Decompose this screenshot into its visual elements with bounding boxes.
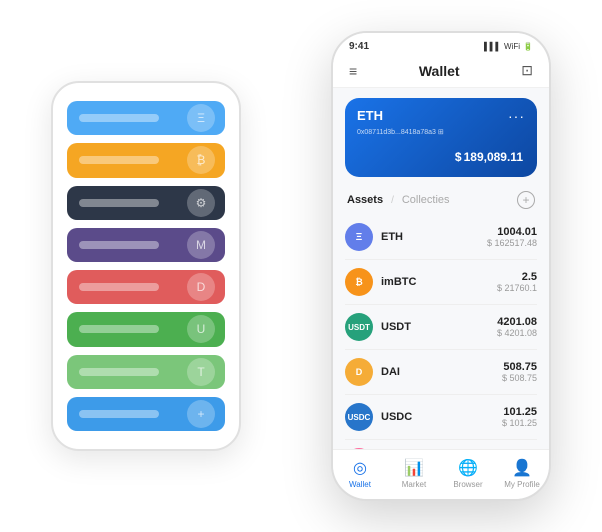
eth-card-top: ETH ··· [357, 108, 525, 124]
nav-item-profile[interactable]: 👤 My Profile [495, 458, 549, 489]
eth-card-balance-value: 189,089.11 [464, 150, 523, 164]
imbtc-token-amount: 2.5 [497, 271, 537, 283]
token-row-eth[interactable]: Ξ ETH 1004.01 $ 162517.48 [345, 215, 537, 260]
tab-collecties[interactable]: Collecties [402, 194, 450, 206]
strip-2[interactable]: ₿ [67, 143, 225, 177]
status-bar: 9:41 ▌▌▌ WiFi 🔋 [333, 33, 549, 56]
nav-item-wallet[interactable]: ◎ Wallet [333, 458, 387, 489]
eth-token-amount: 1004.01 [487, 226, 537, 238]
add-asset-button[interactable]: + [517, 191, 535, 209]
strip-label-5 [79, 283, 159, 291]
wallet-nav-icon: ◎ [353, 458, 367, 478]
wifi-icon: WiFi [504, 42, 520, 51]
strip-icon-8: + [187, 400, 215, 428]
market-nav-label: Market [402, 480, 426, 489]
nav-item-market[interactable]: 📊 Market [387, 458, 441, 489]
usdc-token-icon: USDC [345, 403, 373, 431]
usdc-token-amounts: 101.25 $ 101.25 [502, 406, 537, 428]
token-row-usdc[interactable]: USDC USDC 101.25 $ 101.25 [345, 395, 537, 440]
market-nav-icon: 📊 [404, 458, 424, 478]
token-row-imbtc[interactable]: ₿ imBTC 2.5 $ 21760.1 [345, 260, 537, 305]
eth-token-usd: $ 162517.48 [487, 238, 537, 248]
status-time: 9:41 [349, 41, 369, 52]
strip-label-2 [79, 156, 159, 164]
usdt-token-name: USDT [381, 321, 497, 333]
tab-separator: / [391, 195, 394, 206]
signal-icon: ▌▌▌ [484, 42, 501, 51]
token-row-tft[interactable]: 🌷 TFT 13 0 [345, 440, 537, 449]
page-title: Wallet [419, 63, 460, 79]
token-row-dai[interactable]: D DAI 508.75 $ 508.75 [345, 350, 537, 395]
usdt-token-usd: $ 4201.08 [497, 328, 537, 338]
eth-token-icon: Ξ [345, 223, 373, 251]
strip-icon-7: T [187, 358, 215, 386]
usdt-token-icon: USDT [345, 313, 373, 341]
strip-label-8 [79, 410, 159, 418]
battery-icon: 🔋 [523, 42, 533, 51]
usdc-token-amount: 101.25 [502, 406, 537, 418]
strip-6[interactable]: U [67, 312, 225, 346]
strip-icon-1: Ξ [187, 104, 215, 132]
imbtc-token-icon: ₿ [345, 268, 373, 296]
strip-icon-4: M [187, 231, 215, 259]
assets-bar: Assets / Collecties + [333, 185, 549, 215]
scan-icon[interactable]: ⊡ [521, 62, 533, 79]
browser-nav-label: Browser [453, 480, 482, 489]
token-row-usdt[interactable]: USDT USDT 4201.08 $ 4201.08 [345, 305, 537, 350]
usdc-token-name: USDC [381, 411, 502, 423]
nav-item-browser[interactable]: 🌐 Browser [441, 458, 495, 489]
eth-card-address: 0x08711d3b...8418a78a3 ⊞ [357, 128, 525, 136]
imbtc-token-amounts: 2.5 $ 21760.1 [497, 271, 537, 293]
browser-nav-icon: 🌐 [458, 458, 478, 478]
strip-icon-6: U [187, 315, 215, 343]
strip-label-6 [79, 325, 159, 333]
strip-label-7 [79, 368, 159, 376]
strip-icon-5: D [187, 273, 215, 301]
strip-3[interactable]: ⚙ [67, 186, 225, 220]
strip-label-4 [79, 241, 159, 249]
phone-front: 9:41 ▌▌▌ WiFi 🔋 ≡ Wallet ⊡ ETH ··· 0x087… [331, 31, 551, 501]
phone-back: Ξ ₿ ⚙ M D U T + [51, 81, 241, 451]
bottom-nav: ◎ Wallet 📊 Market 🌐 Browser 👤 My Profile [333, 449, 549, 499]
dai-token-amounts: 508.75 $ 508.75 [502, 361, 537, 383]
menu-icon[interactable]: ≡ [349, 63, 357, 79]
strip-8[interactable]: + [67, 397, 225, 431]
strip-5[interactable]: D [67, 270, 225, 304]
phone-header: ≡ Wallet ⊡ [333, 56, 549, 88]
eth-card-currency-symbol: $ [455, 150, 462, 164]
imbtc-token-usd: $ 21760.1 [497, 283, 537, 293]
token-list: Ξ ETH 1004.01 $ 162517.48 ₿ imBTC 2.5 $ … [333, 215, 549, 449]
phone-content: ETH ··· 0x08711d3b...8418a78a3 ⊞ $189,08… [333, 88, 549, 449]
strip-7[interactable]: T [67, 355, 225, 389]
strip-4[interactable]: M [67, 228, 225, 262]
scene: Ξ ₿ ⚙ M D U T + [21, 16, 581, 516]
eth-token-name: ETH [381, 231, 487, 243]
usdt-token-amount: 4201.08 [497, 316, 537, 328]
wallet-nav-label: Wallet [349, 480, 371, 489]
dai-token-amount: 508.75 [502, 361, 537, 373]
eth-card-name: ETH [357, 108, 383, 123]
strip-icon-2: ₿ [187, 146, 215, 174]
eth-card-balance: $189,089.11 [357, 144, 525, 167]
strip-label-1 [79, 114, 159, 122]
profile-nav-label: My Profile [504, 480, 540, 489]
usdt-token-amounts: 4201.08 $ 4201.08 [497, 316, 537, 338]
tab-assets[interactable]: Assets [347, 194, 383, 206]
eth-card[interactable]: ETH ··· 0x08711d3b...8418a78a3 ⊞ $189,08… [345, 98, 537, 177]
assets-tabs: Assets / Collecties [347, 194, 450, 206]
dai-token-usd: $ 508.75 [502, 373, 537, 383]
strip-label-3 [79, 199, 159, 207]
dai-token-icon: D [345, 358, 373, 386]
dai-token-name: DAI [381, 366, 502, 378]
usdc-token-usd: $ 101.25 [502, 418, 537, 428]
strip-1[interactable]: Ξ [67, 101, 225, 135]
status-icons: ▌▌▌ WiFi 🔋 [484, 42, 533, 51]
eth-card-more-icon[interactable]: ··· [508, 108, 525, 124]
imbtc-token-name: imBTC [381, 276, 497, 288]
profile-nav-icon: 👤 [512, 458, 532, 478]
eth-token-amounts: 1004.01 $ 162517.48 [487, 226, 537, 248]
strip-icon-3: ⚙ [187, 189, 215, 217]
